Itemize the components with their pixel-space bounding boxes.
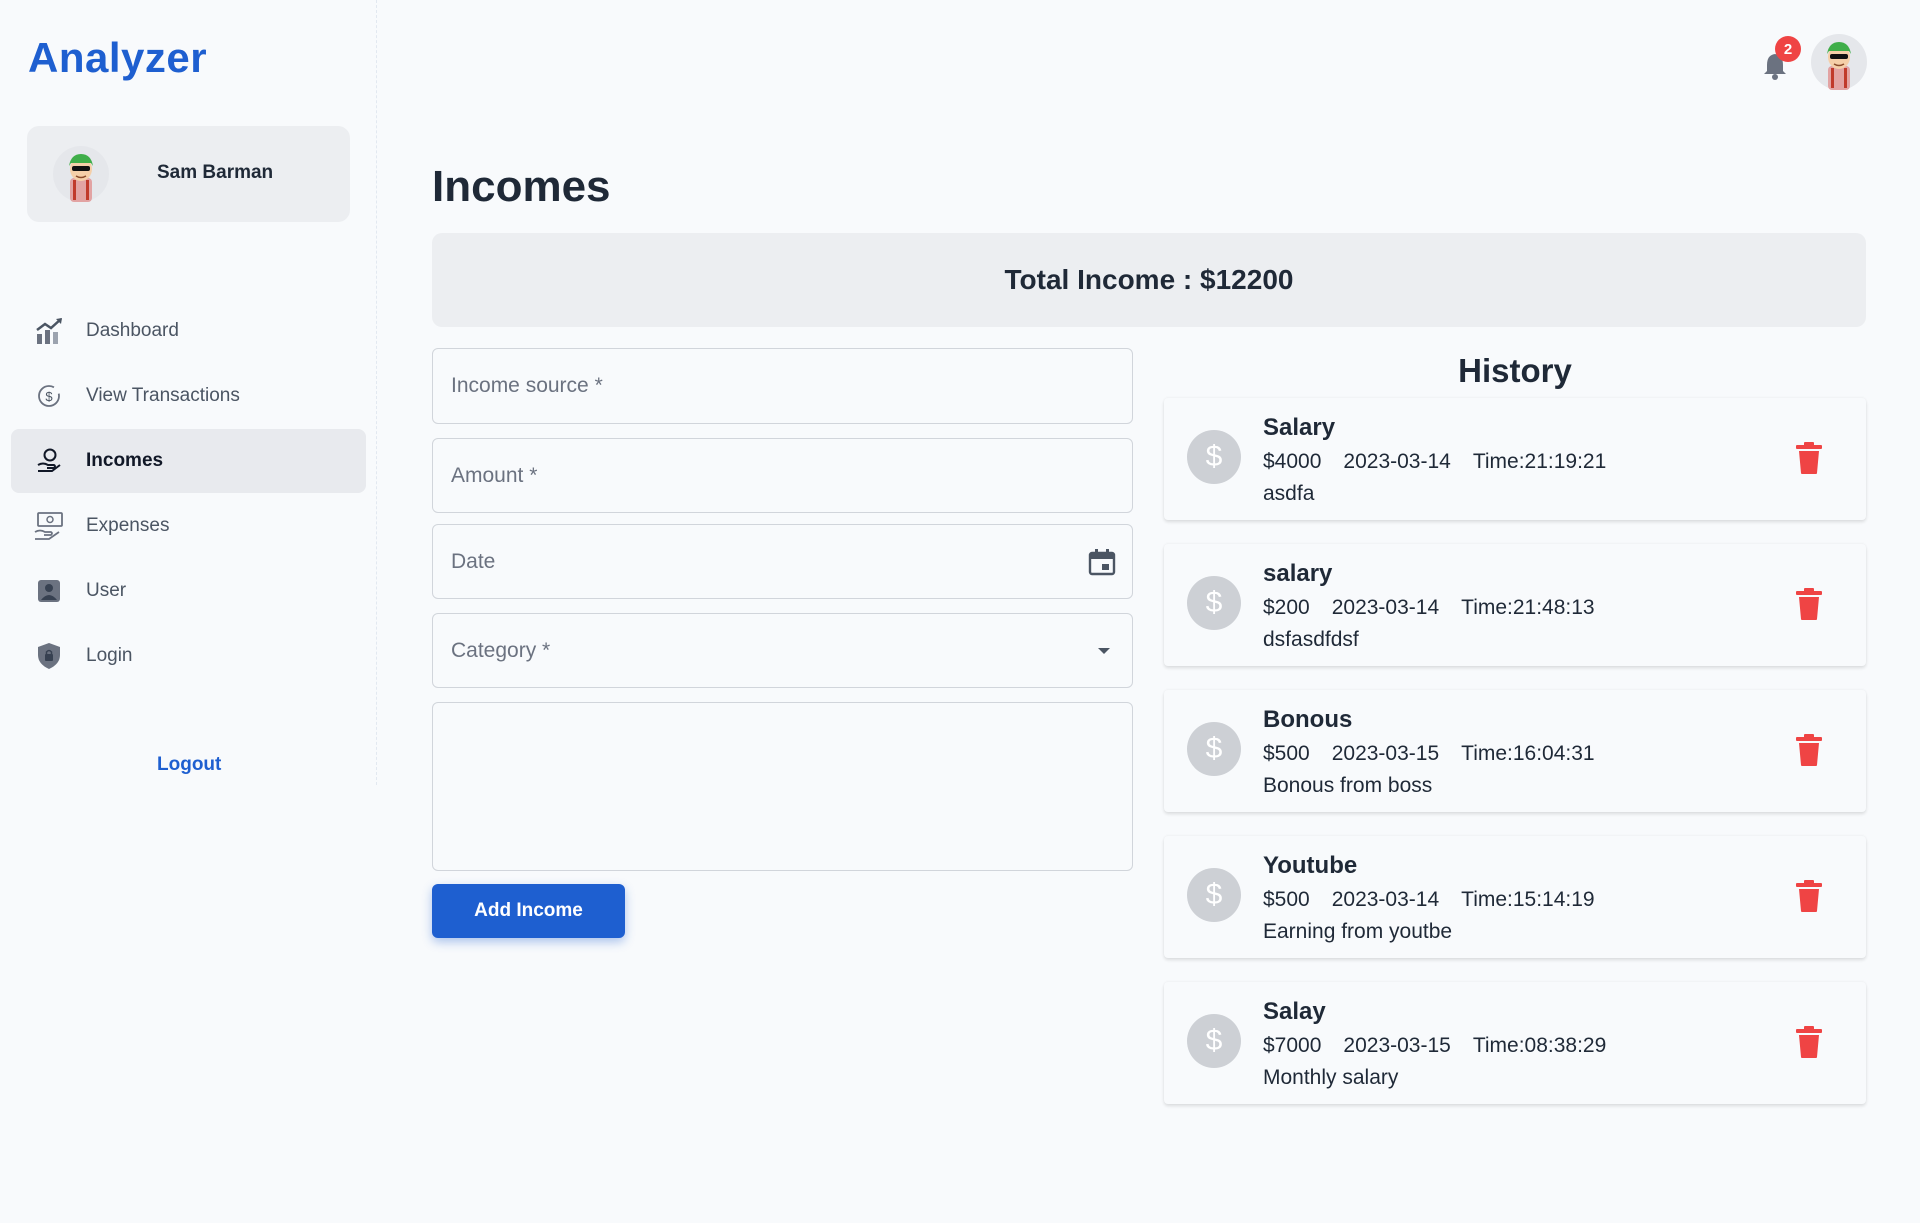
history-item-title: salary [1263,560,1333,587]
sidebar-item-label: Dashboard [86,320,179,341]
history-item-time: Time:16:04:31 [1461,742,1595,765]
history-item-amount: $7000 [1263,1034,1322,1057]
sidebar-item-user[interactable]: User [11,559,366,623]
history-item: $ salary $200 2023-03-14 Time:21:48:13 dsf… [1164,544,1866,666]
trash-icon[interactable] [1794,733,1824,767]
avatar [53,146,109,202]
profile-card[interactable]: Sam Barman [27,126,350,222]
history-item-meta: $500 2023-03-14 Time:15:14:19 [1263,888,1617,912]
history-item-date: 2023-03-15 [1331,742,1440,765]
history-item-title: Youtube [1263,852,1358,879]
sidebar-item-label: User [86,580,127,601]
history-item-time: Time:21:19:21 [1472,450,1607,473]
total-income-label: Total Income : $12200 [1004,264,1294,295]
history-item-date: 2023-03-14 [1343,450,1451,473]
sidebar-nav: Dashboard $ View Transactions Incomes Ex… [11,299,366,689]
sidebar: Analyzer Sam Barman Dashboard $ View Tra… [0,0,377,785]
notification-badge: 2 [1775,36,1801,62]
history-item-time: Time:08:38:29 [1472,1034,1607,1057]
history-item-time: Time:15:14:19 [1461,888,1595,911]
trash-icon[interactable] [1794,1025,1824,1059]
sidebar-item-login[interactable]: Login [11,624,366,688]
description-textarea[interactable] [433,703,1132,870]
page-title: Incomes [432,162,611,211]
history-item-amount: $500 [1263,888,1310,911]
category-select[interactable]: Category * [432,613,1133,688]
history-item-description: Monthly salary [1263,1066,1399,1089]
svg-text:$: $ [45,389,53,404]
expense-cash-icon [33,510,65,542]
add-income-button[interactable]: Add Income [432,884,625,938]
income-source-input[interactable] [433,349,1132,423]
income-hand-icon [33,445,65,477]
history-item-title: Bonous [1263,706,1353,733]
history-item-description: asdfa [1263,482,1315,505]
sidebar-item-label: Login [86,645,133,666]
history-item: $ Salay $7000 2023-03-15 Time:08:38:29 Mon… [1164,982,1866,1104]
history-item-amount: $4000 [1263,450,1322,473]
total-income-card: Total Income : $12200 [432,233,1866,327]
sidebar-item-label: View Transactions [86,385,240,406]
history-item-description: Earning from youtbe [1263,920,1453,943]
amount-input[interactable] [433,439,1132,512]
history-item-time: Time:21:48:13 [1461,596,1595,619]
dollar-icon: $ [1187,1014,1241,1068]
description-field[interactable] [432,702,1133,871]
brand-logo[interactable]: Analyzer [28,34,207,82]
history-item-title: Salary [1263,414,1336,441]
history-item-description: Bonous from boss [1263,774,1433,797]
history-item-meta: $7000 2023-03-15 Time:08:38:29 [1263,1034,1628,1058]
history-item-title: Salay [1263,998,1326,1025]
date-placeholder: Date [451,549,496,573]
date-field[interactable]: Date [432,524,1133,599]
history-item-amount: $200 [1263,596,1310,619]
chart-trend-icon [33,315,65,347]
avatar[interactable] [1811,34,1867,90]
trash-icon[interactable] [1794,587,1824,621]
dollar-icon: $ [1187,430,1241,484]
income-source-field[interactable] [432,348,1133,424]
caret-down-icon [1098,647,1110,654]
logout-button[interactable]: Logout [157,754,221,776]
history-item: $ Bonous $500 2023-03-15 Time:16:04:31 Bon… [1164,690,1866,812]
user-icon [33,575,65,607]
history-title: History [1458,352,1572,389]
dollar-icon: $ [1187,576,1241,630]
sidebar-item-incomes[interactable]: Incomes [11,429,366,493]
history-item-meta: $200 2023-03-14 Time:21:48:13 [1263,596,1617,620]
dollar-icon: $ [1187,868,1241,922]
history-item-date: 2023-03-15 [1343,1034,1451,1057]
trash-icon[interactable] [1794,879,1824,913]
sidebar-item-label: Incomes [86,450,164,471]
sidebar-item-dashboard[interactable]: Dashboard [11,299,366,363]
sidebar-item-view-transactions[interactable]: $ View Transactions [11,364,366,428]
amount-field[interactable] [432,438,1133,513]
history-item-date: 2023-03-14 [1331,596,1440,619]
trash-icon[interactable] [1794,441,1824,475]
history-item-date: 2023-03-14 [1331,888,1440,911]
calendar-icon[interactable] [1087,547,1117,577]
sidebar-item-expenses[interactable]: Expenses [11,494,366,558]
history-item-description: dsfasdfdsf [1263,628,1359,651]
history-item-meta: $500 2023-03-15 Time:16:04:31 [1263,742,1617,766]
profile-name: Sam Barman [157,162,274,183]
dollar-cycle-icon: $ [33,380,65,412]
shield-lock-icon [33,640,65,672]
history-item: $ Salary $4000 2023-03-14 Time:21:19:21 as… [1164,398,1866,520]
category-placeholder: Category * [451,638,551,662]
history-item: $ Youtube $500 2023-03-14 Time:15:14:19 Ea… [1164,836,1866,958]
history-item-amount: $500 [1263,742,1310,765]
dollar-icon: $ [1187,722,1241,776]
history-item-meta: $4000 2023-03-14 Time:21:19:21 [1263,450,1628,474]
sidebar-item-label: Expenses [86,515,170,536]
